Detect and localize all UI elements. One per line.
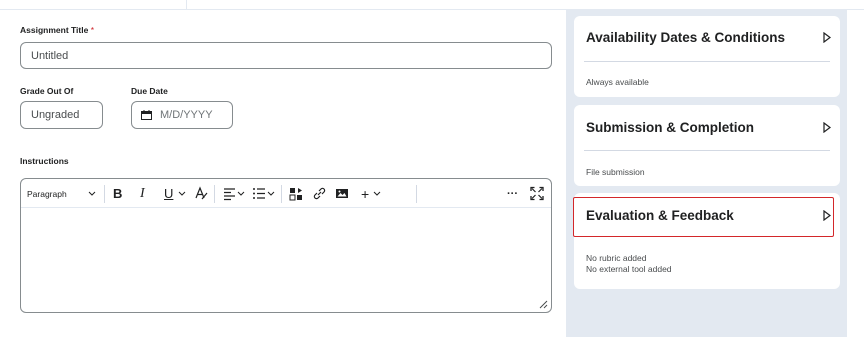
availability-header[interactable]: Availability Dates & Conditions: [574, 16, 840, 62]
required-mark: *: [90, 25, 95, 35]
instructions-label: Instructions: [20, 156, 69, 166]
chevron-down-icon[interactable]: [237, 185, 245, 202]
assignment-title-value: Untitled: [31, 49, 69, 62]
assignment-form: Assignment Title * Untitled Grade Out Of…: [0, 10, 566, 337]
chevron-down-icon[interactable]: [88, 185, 96, 202]
more-actions-button[interactable]: ···: [507, 185, 518, 202]
insert-more-button[interactable]: +: [361, 185, 369, 202]
underline-button[interactable]: U: [164, 185, 173, 202]
align-left-icon[interactable]: [223, 185, 236, 202]
submission-header[interactable]: Submission & Completion: [574, 105, 840, 151]
toolbar-divider: [281, 185, 282, 203]
paragraph-format-label: Paragraph: [27, 188, 67, 199]
grade-out-of-value: Ungraded: [31, 109, 80, 121]
text-color-icon[interactable]: [194, 185, 208, 202]
instructions-editor[interactable]: Paragraph B I U + ···: [20, 178, 552, 313]
plus-glyph: +: [361, 185, 370, 202]
underline-glyph: U: [164, 186, 174, 201]
bullet-list-icon[interactable]: [252, 185, 266, 202]
due-date-placeholder: M/D/YYYY: [160, 109, 213, 121]
availability-title: Availability Dates & Conditions: [586, 30, 786, 45]
card-divider: [584, 150, 830, 151]
triangle-right-icon: [823, 32, 831, 43]
chevron-down-icon[interactable]: [267, 185, 275, 202]
bold-button[interactable]: B: [113, 185, 122, 202]
editor-toolbar: Paragraph B I U + ···: [21, 179, 551, 208]
assignment-title-input[interactable]: Untitled: [20, 42, 552, 69]
paragraph-format-dropdown[interactable]: Paragraph: [27, 185, 67, 202]
toolbar-divider: [104, 185, 105, 203]
calendar-icon: [141, 110, 152, 120]
availability-card: Availability Dates & Conditions Always a…: [574, 16, 840, 97]
evaluation-summary-rubric: No rubric added: [586, 253, 647, 263]
fullscreen-icon[interactable]: [530, 185, 544, 202]
submission-card: Submission & Completion File submission: [574, 105, 840, 186]
chevron-down-icon[interactable]: [373, 185, 381, 202]
bold-glyph: B: [113, 186, 123, 201]
side-panel: Availability Dates & Conditions Always a…: [566, 10, 847, 337]
card-divider: [584, 61, 830, 62]
link-icon[interactable]: [312, 185, 326, 202]
image-icon[interactable]: [335, 185, 349, 202]
assignment-title-label: Assignment Title *: [20, 25, 94, 35]
resize-handle-icon[interactable]: [539, 300, 548, 309]
due-date-label: Due Date: [131, 86, 168, 96]
grade-out-of-label: Grade Out Of: [20, 86, 74, 96]
insert-stuff-icon[interactable]: [289, 185, 303, 202]
submission-title: Submission & Completion: [586, 120, 755, 135]
evaluation-summary-tool: No external tool added: [586, 264, 672, 274]
top-bar-divider: [186, 0, 187, 10]
italic-button[interactable]: I: [140, 185, 145, 202]
triangle-right-icon: [823, 122, 831, 133]
availability-summary: Always available: [586, 77, 649, 87]
toolbar-divider: [214, 185, 215, 203]
due-date-input[interactable]: M/D/YYYY: [131, 101, 233, 129]
top-bar: [0, 0, 864, 10]
evaluation-header-highlight: [573, 197, 834, 237]
submission-summary: File submission: [586, 167, 645, 177]
more-glyph: ···: [507, 187, 518, 200]
assignment-title-label-text: Assignment Title: [20, 25, 89, 35]
grade-out-of-input[interactable]: Ungraded: [20, 101, 103, 129]
right-margin: [847, 10, 864, 337]
toolbar-divider: [416, 185, 417, 203]
chevron-down-icon[interactable]: [178, 185, 186, 202]
italic-glyph: I: [140, 185, 145, 201]
